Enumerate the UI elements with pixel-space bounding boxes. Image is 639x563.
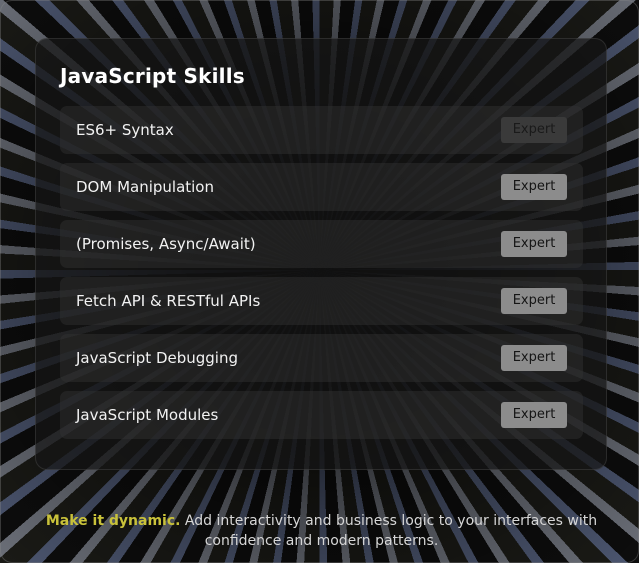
skill-level-badge: Expert — [501, 117, 567, 143]
footer-text: Add interactivity and business logic to … — [180, 513, 598, 549]
skill-name: Fetch API & RESTful APIs — [76, 292, 261, 310]
skill-name: DOM Manipulation — [76, 178, 214, 196]
skills-card: JavaScript Skills ES6+ Syntax Expert DOM… — [35, 38, 607, 470]
skill-level-badge: Expert — [501, 231, 567, 257]
skill-row-promises: (Promises, Async/Await) Expert — [60, 220, 583, 268]
skill-row-modules: JavaScript Modules Expert — [60, 391, 583, 439]
footer-accent: Make it dynamic. — [45, 513, 181, 529]
card-title: JavaScript Skills — [60, 64, 245, 88]
skill-name: ES6+ Syntax — [76, 121, 174, 139]
skill-name: (Promises, Async/Await) — [76, 235, 256, 253]
footer-tagline: Make it dynamic. Add interactivity and b… — [40, 511, 603, 551]
skill-row-fetch: Fetch API & RESTful APIs Expert — [60, 277, 583, 325]
skill-level-badge: Expert — [501, 345, 567, 371]
skill-name: JavaScript Modules — [76, 406, 219, 424]
skill-level-badge: Expert — [501, 174, 567, 200]
skill-row-debugging: JavaScript Debugging Expert — [60, 334, 583, 382]
skill-row-es6: ES6+ Syntax Expert — [60, 106, 583, 154]
skill-level-badge: Expert — [501, 288, 567, 314]
skill-row-dom: DOM Manipulation Expert — [60, 163, 583, 211]
skill-name: JavaScript Debugging — [76, 349, 239, 367]
skill-level-badge: Expert — [501, 402, 567, 428]
skill-list: ES6+ Syntax Expert DOM Manipulation Expe… — [60, 106, 583, 448]
